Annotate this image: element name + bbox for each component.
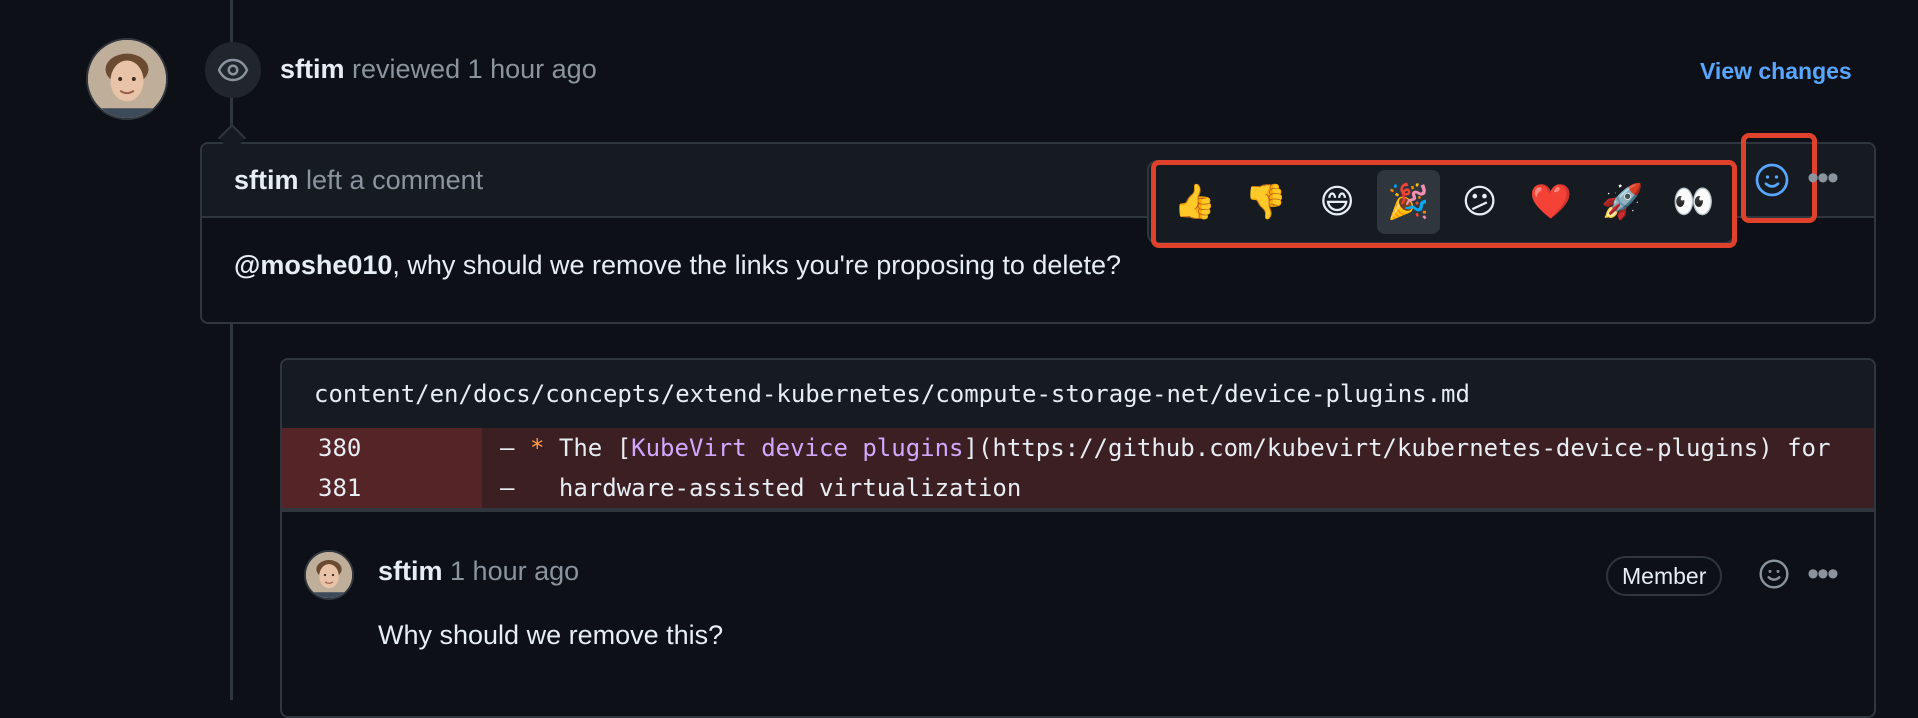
timeline-line xyxy=(230,0,233,700)
list-marker: * xyxy=(530,434,545,462)
reply-author[interactable]: sftim xyxy=(378,556,443,586)
member-badge: Member xyxy=(1606,556,1723,596)
view-changes-link[interactable]: View changes xyxy=(1700,58,1852,85)
comment-text: , why should we remove the links you're … xyxy=(392,250,1121,280)
code-text: hardware-assisted virtualization xyxy=(530,474,1022,502)
avatar-image xyxy=(306,552,352,598)
mention-link[interactable]: @moshe010 xyxy=(234,250,392,280)
reply-header: sftim 1 hour ago xyxy=(378,556,579,587)
avatar[interactable] xyxy=(86,38,168,120)
eye-icon xyxy=(205,42,261,98)
review-author[interactable]: sftim xyxy=(280,54,345,84)
diff-hunk: content/en/docs/concepts/extend-kubernet… xyxy=(280,358,1876,718)
reaction-picker-highlight xyxy=(1151,160,1737,248)
line-number[interactable]: 381 xyxy=(282,468,482,508)
review-time[interactable]: 1 hour ago xyxy=(468,54,597,84)
comment-author[interactable]: sftim xyxy=(234,165,299,196)
reply-more-options-icon[interactable]: ••• xyxy=(1802,556,1842,592)
line-code: – * The [KubeVirt device plugins](https:… xyxy=(482,428,1874,468)
reply-time[interactable]: 1 hour ago xyxy=(450,556,579,586)
comment-action: left a comment xyxy=(306,164,484,195)
reply-avatar[interactable] xyxy=(304,550,354,600)
line-code: – hardware-assisted virtualization xyxy=(482,468,1874,508)
code-link-text: KubeVirt device plugins xyxy=(631,434,964,462)
divider xyxy=(282,508,1874,512)
more-options-icon[interactable]: ••• xyxy=(1802,160,1842,196)
reply-add-reaction-button[interactable] xyxy=(1756,556,1792,592)
deletion-sign: – xyxy=(500,434,515,462)
avatar-image xyxy=(88,40,166,118)
diff-line: 380 – * The [KubeVirt device plugins](ht… xyxy=(282,428,1874,468)
diff-line: 381 – hardware-assisted virtualization xyxy=(282,468,1874,508)
code-text: The [ xyxy=(544,434,632,462)
review-header: sftim reviewed 1 hour ago xyxy=(280,54,597,85)
review-action: reviewed xyxy=(352,54,461,84)
code-text: ](https://github.com/kubevirt/kubernetes… xyxy=(963,434,1831,462)
diff-file-path[interactable]: content/en/docs/concepts/extend-kubernet… xyxy=(282,360,1874,428)
reply-text: Why should we remove this? xyxy=(378,620,724,650)
line-number[interactable]: 380 xyxy=(282,428,482,468)
deletion-sign: – xyxy=(500,474,515,502)
smiley-icon xyxy=(1759,559,1789,589)
